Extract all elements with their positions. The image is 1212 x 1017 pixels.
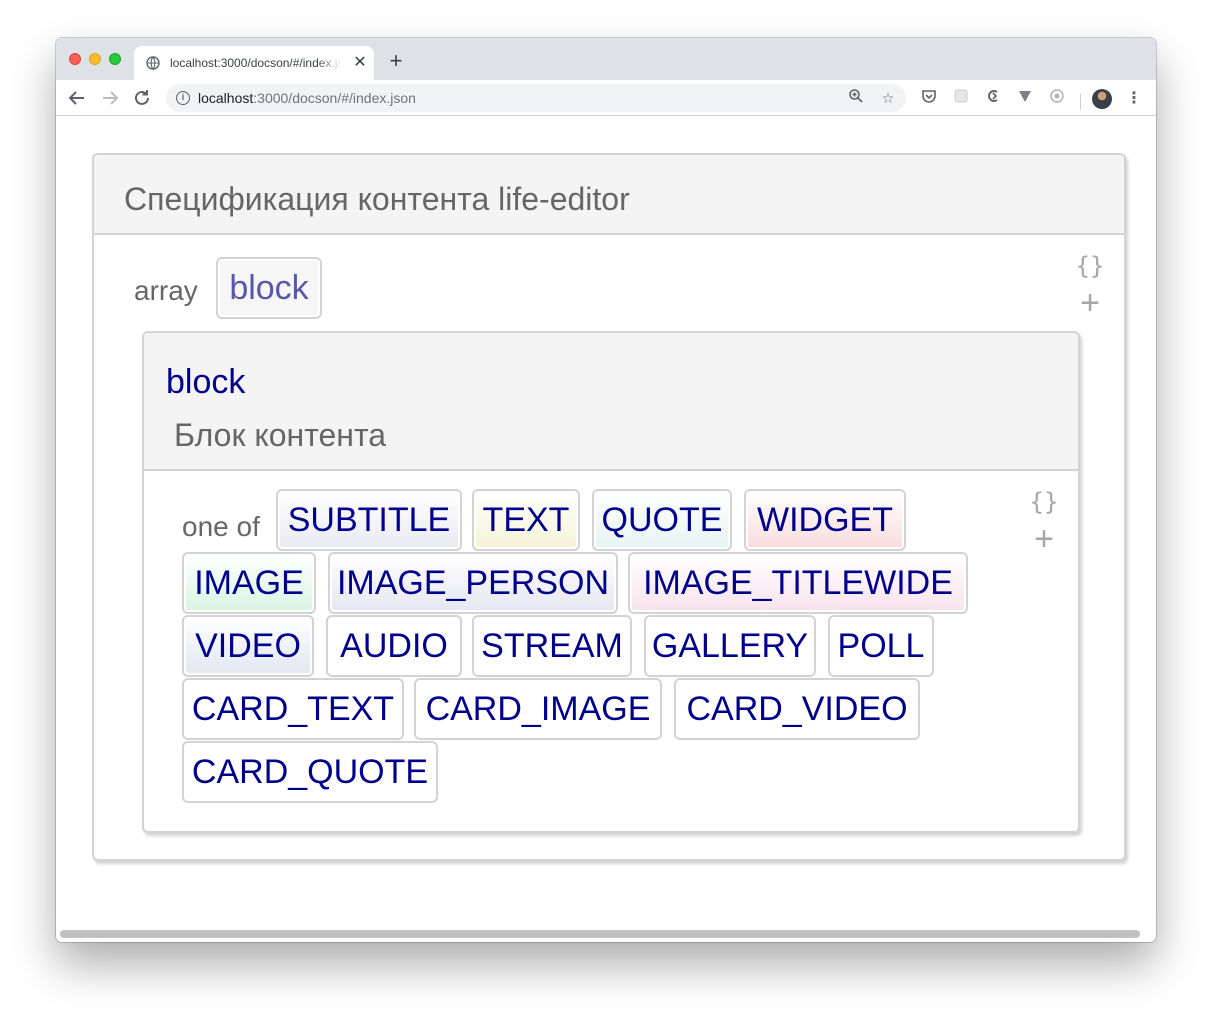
close-window-button[interactable]: [69, 53, 81, 65]
pocket-icon[interactable]: [919, 88, 939, 108]
type-link-image-person[interactable]: IMAGE_PERSON: [328, 552, 618, 614]
schema-header: Спецификация контента life-editor: [94, 155, 1124, 235]
type-link-card-video[interactable]: CARD_VIDEO: [674, 678, 920, 740]
type-link-quote[interactable]: QUOTE: [592, 489, 732, 551]
info-icon[interactable]: i: [176, 91, 190, 105]
tab-bar: localhost:3000/docson/#/index.json ✕ +: [56, 38, 1156, 80]
extension-icon[interactable]: [951, 88, 971, 108]
browser-toolbar: i localhost:3000/docson/#/index.json ☆ ⋮: [56, 80, 1156, 116]
type-link-card-quote[interactable]: CARD_QUOTE: [182, 741, 438, 803]
schema-title: Спецификация контента life-editor: [124, 181, 630, 217]
tab-close-icon[interactable]: ✕: [350, 53, 370, 73]
zoom-icon[interactable]: [846, 88, 866, 108]
type-link-image-titlewide[interactable]: IMAGE_TITLEWIDE: [628, 552, 968, 614]
type-link-image[interactable]: IMAGE: [182, 552, 316, 614]
reload-icon[interactable]: [130, 86, 154, 110]
type-link-widget[interactable]: WIDGET: [744, 489, 906, 551]
minimize-window-button[interactable]: [89, 53, 101, 65]
new-tab-button[interactable]: +: [384, 50, 408, 74]
page-content: Спецификация контента life-editor array …: [56, 117, 1156, 928]
type-link-subtitle[interactable]: SUBTITLE: [276, 489, 462, 551]
address-bar[interactable]: i localhost:3000/docson/#/index.json ☆: [166, 84, 906, 112]
forward-icon[interactable]: [98, 86, 122, 110]
one-of-label: one of: [182, 511, 260, 542]
tab-title: localhost:3000/docson/#/index.json: [170, 56, 342, 70]
star-icon[interactable]: ☆: [878, 88, 898, 108]
block-actions: {} +: [1024, 485, 1064, 559]
block-header: block Блок контента: [144, 333, 1078, 471]
toolbar-divider: [1080, 94, 1081, 110]
type-link-video[interactable]: VIDEO: [182, 615, 314, 677]
array-label: array: [134, 275, 198, 306]
type-link-gallery[interactable]: GALLERY: [644, 615, 816, 677]
url-text[interactable]: localhost:3000/docson/#/index.json: [198, 90, 416, 106]
type-link-poll[interactable]: POLL: [828, 615, 934, 677]
type-link-text[interactable]: TEXT: [472, 489, 580, 551]
type-link-audio[interactable]: AUDIO: [326, 615, 462, 677]
browser-tab[interactable]: localhost:3000/docson/#/index.json ✕: [134, 46, 374, 80]
extension-icon[interactable]: [983, 88, 1003, 108]
back-icon[interactable]: [65, 86, 89, 110]
extension-icon[interactable]: [1015, 88, 1035, 108]
source-icon[interactable]: {}: [1024, 485, 1064, 519]
schema-card: Спецификация контента life-editor array …: [92, 153, 1126, 861]
maximize-window-button[interactable]: [109, 53, 121, 65]
menu-icon[interactable]: ⋮: [1124, 89, 1144, 109]
block-name: block: [166, 363, 246, 401]
horizontal-scrollbar[interactable]: [60, 930, 1140, 938]
avatar-icon[interactable]: [1092, 89, 1112, 109]
expand-icon[interactable]: +: [1070, 283, 1110, 323]
type-link-stream[interactable]: STREAM: [472, 615, 632, 677]
globe-icon: [146, 56, 160, 70]
source-icon[interactable]: {}: [1070, 249, 1110, 283]
browser-window: localhost:3000/docson/#/index.json ✕ + i…: [56, 38, 1156, 942]
type-link-card-text[interactable]: CARD_TEXT: [182, 678, 404, 740]
expand-icon[interactable]: +: [1024, 519, 1064, 559]
block-card: block Блок контента one of {} + SUBTITLE…: [142, 331, 1080, 833]
block-description: Блок контента: [174, 417, 387, 453]
type-link-card-image[interactable]: CARD_IMAGE: [414, 678, 662, 740]
array-type-link[interactable]: block: [216, 257, 322, 319]
extension-icon[interactable]: [1047, 88, 1067, 108]
schema-actions: {} +: [1070, 249, 1110, 323]
